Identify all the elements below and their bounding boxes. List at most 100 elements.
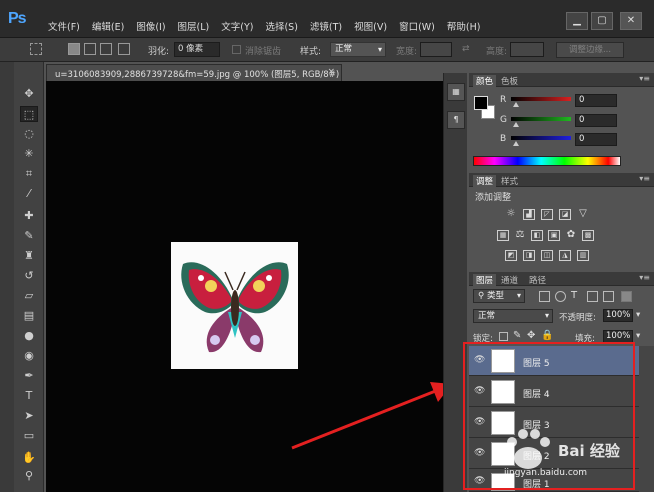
green-slider-handle[interactable] — [513, 122, 519, 127]
selective-color-icon[interactable]: ◮ — [559, 250, 571, 261]
swap-icon[interactable]: ⇄ — [462, 44, 470, 54]
green-slider[interactable] — [511, 117, 571, 121]
subtract-selection-icon[interactable] — [100, 43, 112, 55]
fill-dropdown-icon[interactable]: ▾ — [636, 331, 640, 341]
levels-icon[interactable]: ▟ — [523, 209, 535, 220]
threshold-icon[interactable]: ◫ — [541, 250, 553, 261]
layer-filter-dropdown[interactable]: ⚲ 类型 — [473, 289, 525, 303]
menu-file[interactable]: 文件(F) — [48, 19, 80, 33]
gradient-tool-icon[interactable]: ▤ — [20, 308, 38, 324]
menu-image[interactable]: 图像(I) — [136, 19, 165, 33]
tab-styles[interactable]: 样式 — [501, 175, 518, 187]
red-slider-handle[interactable] — [513, 102, 519, 107]
menu-help[interactable]: 帮助(H) — [447, 19, 481, 33]
black-white-icon[interactable]: ◧ — [531, 230, 543, 241]
clone-stamp-tool-icon[interactable]: ♜ — [20, 248, 38, 264]
close-tab-icon[interactable]: × — [327, 67, 335, 77]
type-tool-icon[interactable]: T — [20, 388, 38, 404]
dodge-tool-icon[interactable]: ◉ — [20, 348, 38, 364]
refine-edge-button[interactable]: 调整边缘... — [556, 42, 624, 58]
menu-edit[interactable]: 编辑(E) — [92, 19, 124, 33]
color-lookup-icon[interactable]: ▩ — [582, 230, 594, 241]
tab-paths[interactable]: 路径 — [529, 274, 546, 286]
filter-smart-object-icon[interactable] — [603, 291, 614, 302]
lock-all-icon[interactable]: 🔒 — [541, 330, 553, 341]
panel-menu-icon[interactable]: ▾≡ — [639, 273, 650, 282]
document-tab[interactable]: u=3106083909,2886739728&fm=59.jpg @ 100%… — [46, 64, 342, 81]
history-brush-tool-icon[interactable]: ↺ — [20, 268, 38, 284]
antialias-checkbox[interactable] — [232, 45, 241, 54]
filter-toggle-icon[interactable] — [621, 291, 632, 302]
intersect-selection-icon[interactable] — [118, 43, 130, 55]
blend-mode-dropdown[interactable]: 正常 — [473, 309, 553, 323]
eraser-tool-icon[interactable]: ▱ — [20, 288, 38, 304]
filter-adjustment-icon[interactable] — [555, 291, 566, 302]
zoom-tool-icon[interactable]: ⚲ — [20, 468, 38, 484]
path-selection-tool-icon[interactable]: ➤ — [20, 408, 38, 424]
marquee-tool-icon[interactable]: ⬚ — [20, 106, 38, 122]
blue-value-input[interactable]: 0 — [575, 133, 617, 146]
curves-icon[interactable]: ◸ — [541, 209, 553, 220]
add-selection-icon[interactable] — [84, 43, 96, 55]
color-spectrum-bar[interactable] — [473, 156, 621, 166]
move-tool-icon[interactable]: ✥ — [20, 86, 38, 102]
red-slider[interactable] — [511, 97, 571, 101]
new-selection-icon[interactable] — [68, 43, 80, 55]
properties-panel-icon[interactable]: ¶ — [447, 111, 465, 129]
panel-menu-icon[interactable]: ▾≡ — [639, 174, 650, 183]
foreground-color-swatch[interactable] — [474, 96, 488, 110]
history-panel-icon[interactable]: ▦ — [447, 83, 465, 101]
menu-type[interactable]: 文字(Y) — [221, 19, 253, 33]
maximize-button[interactable]: ▢ — [591, 12, 613, 30]
green-value-input[interactable]: 0 — [575, 114, 617, 127]
close-window-button[interactable]: ✕ — [620, 12, 642, 30]
tab-adjustments[interactable]: 调整 — [473, 175, 497, 187]
vibrance-icon[interactable]: ▽ — [577, 209, 589, 220]
hue-saturation-icon[interactable]: ▦ — [497, 230, 509, 241]
menu-window[interactable]: 窗口(W) — [399, 19, 435, 33]
pen-tool-icon[interactable]: ✒ — [20, 368, 38, 384]
gradient-map-icon[interactable]: ▥ — [577, 250, 589, 261]
tab-layers[interactable]: 图层 — [473, 274, 497, 286]
height-input[interactable] — [510, 42, 544, 57]
menu-view[interactable]: 视图(V) — [354, 19, 387, 33]
lock-position-icon[interactable]: ✥ — [527, 330, 535, 341]
hand-tool-icon[interactable]: ✋ — [20, 450, 38, 466]
tab-swatches[interactable]: 色板 — [501, 75, 518, 87]
lock-pixels-icon[interactable]: ✎ — [513, 330, 521, 341]
panel-menu-icon[interactable]: ▾≡ — [639, 74, 650, 83]
menu-layer[interactable]: 图层(L) — [178, 19, 210, 33]
color-balance-icon[interactable]: ⚖ — [514, 230, 526, 241]
feather-input[interactable]: 0 像素 — [174, 42, 220, 57]
brightness-icon[interactable]: ☼ — [505, 209, 517, 220]
healing-brush-tool-icon[interactable]: ✚ — [20, 208, 38, 224]
opacity-input[interactable]: 100% — [603, 309, 633, 322]
filter-type-icon[interactable]: T — [571, 290, 577, 301]
filter-pixel-icon[interactable] — [539, 291, 550, 302]
invert-icon[interactable]: ◩ — [505, 250, 517, 261]
shape-tool-icon[interactable]: ▭ — [20, 428, 38, 444]
width-input[interactable] — [420, 42, 452, 57]
tab-color[interactable]: 颜色 — [473, 75, 497, 87]
magic-wand-tool-icon[interactable]: ✳ — [20, 146, 38, 162]
menu-select[interactable]: 选择(S) — [265, 19, 297, 33]
tab-channels[interactable]: 通道 — [501, 274, 518, 286]
blur-tool-icon[interactable]: ● — [20, 328, 38, 344]
lock-transparency-icon[interactable] — [499, 332, 508, 341]
red-value-input[interactable]: 0 — [575, 94, 617, 107]
filter-shape-icon[interactable] — [587, 291, 598, 302]
exposure-icon[interactable]: ◪ — [559, 209, 571, 220]
crop-tool-icon[interactable]: ⌗ — [20, 166, 38, 182]
brush-tool-icon[interactable]: ✎ — [20, 228, 38, 244]
opacity-dropdown-icon[interactable]: ▾ — [636, 310, 640, 320]
blue-slider-handle[interactable] — [513, 141, 519, 146]
eyedropper-tool-icon[interactable]: ⁄ — [20, 186, 38, 202]
menu-filter[interactable]: 滤镜(T) — [310, 19, 342, 33]
blue-slider[interactable] — [511, 136, 571, 140]
style-dropdown[interactable]: 正常 — [330, 42, 386, 57]
lasso-tool-icon[interactable]: ◌ — [20, 126, 38, 142]
channel-mixer-icon[interactable]: ✿ — [565, 230, 577, 241]
minimize-button[interactable]: ▁ — [566, 12, 588, 30]
posterize-icon[interactable]: ◨ — [523, 250, 535, 261]
photo-filter-icon[interactable]: ▣ — [548, 230, 560, 241]
